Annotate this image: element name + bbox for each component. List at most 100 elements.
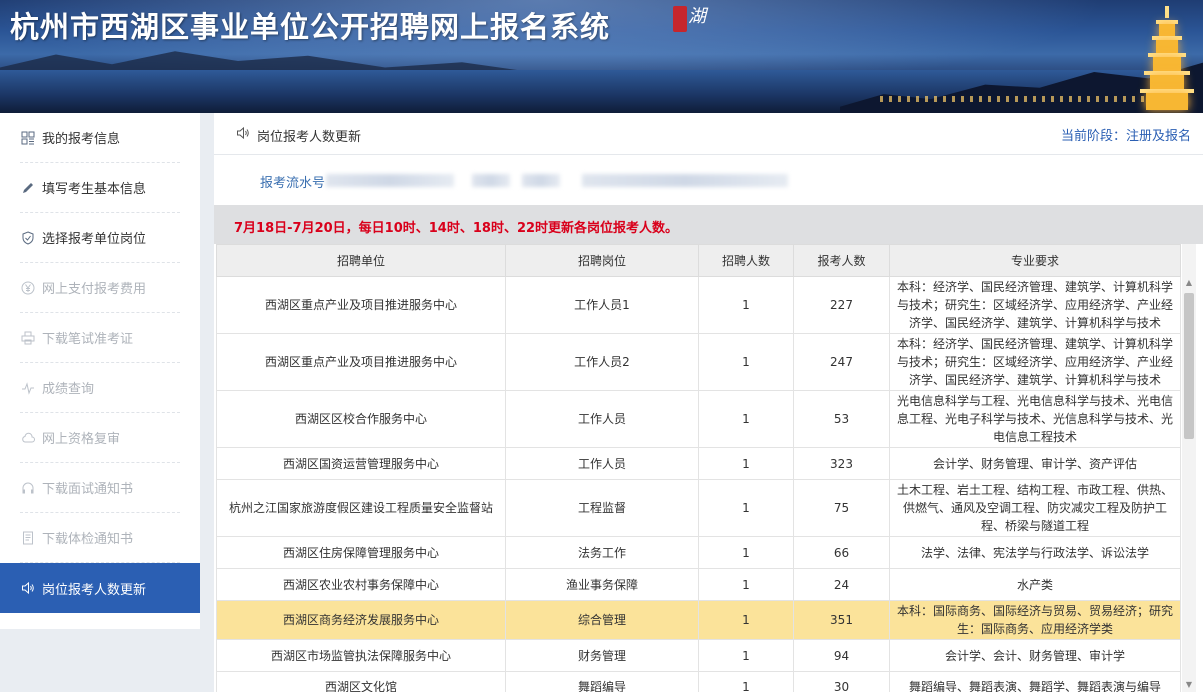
table-row: 西湖区住房保障管理服务中心 法务工作 1 66 法学、法律、宪法学与行政法学、诉讼法学 <box>216 536 1181 569</box>
sidebar-item-score-query[interactable]: 成绩查询 <box>20 363 180 413</box>
cell-major: 本科：经济学、国民经济管理、建筑学、计算机科学与技术；研究生：区域经济学、应用经… <box>889 333 1181 391</box>
header-banner: 杭州市西湖区事业单位公开招聘网上报名系统 湖 <box>0 0 1203 113</box>
cell-quota: 1 <box>698 333 794 391</box>
sidebar-item-label: 选择报考单位岗位 <box>42 232 147 247</box>
col-header-major: 专业要求 <box>889 244 1181 277</box>
table-header-row: 招聘单位 招聘岗位 招聘人数 报考人数 专业要求 <box>216 244 1181 277</box>
shield-check-icon <box>20 230 36 246</box>
sidebar-item-label: 网上资格复审 <box>42 432 121 447</box>
table-row: 杭州之江国家旅游度假区建设工程质量安全监督站 工程监督 1 75 土木工程、岩土工程、结… <box>216 479 1181 537</box>
sidebar-item-label: 成绩查询 <box>42 382 95 397</box>
col-header-quota: 招聘人数 <box>698 244 794 277</box>
sidebar-item-label: 填写考生基本信息 <box>42 182 147 197</box>
sidebar-item-review[interactable]: 网上资格复审 <box>20 413 180 463</box>
sidebar-item-label: 网上支付报考费用 <box>42 282 147 297</box>
cell-applicants: 94 <box>793 639 890 672</box>
cell-major: 本科：经济学、国民经济管理、建筑学、计算机科学与技术；研究生：区域经济学、应用经… <box>889 276 1181 334</box>
table-row: 西湖区商务经济发展服务中心 综合管理 1 351 本科：国际商务、国际经济与贸易、贸易经… <box>216 600 1181 640</box>
current-stage: 当前阶段：注册及报名 <box>1060 129 1191 144</box>
headphones-icon <box>20 480 36 496</box>
sidebar-item-select-post[interactable]: 选择报考单位岗位 <box>20 213 180 263</box>
col-header-post: 招聘岗位 <box>505 244 699 277</box>
sidebar-item-admission-ticket[interactable]: 下载笔试准考证 <box>20 313 180 363</box>
cell-post: 工作人员 <box>505 447 699 480</box>
cell-unit: 西湖区市场监管执法保障服务中心 <box>216 639 506 672</box>
cell-unit: 西湖区重点产业及项目推进服务中心 <box>216 276 506 334</box>
cell-applicants: 66 <box>793 536 890 569</box>
cell-applicants: 24 <box>793 568 890 601</box>
cell-post: 财务管理 <box>505 639 699 672</box>
cell-quota: 1 <box>698 390 794 448</box>
cell-quota: 1 <box>698 276 794 334</box>
cell-quota: 1 <box>698 600 794 640</box>
sidebar-item-payment[interactable]: 网上支付报考费用 <box>20 263 180 313</box>
redacted-serial-part <box>582 174 788 187</box>
table-row: 西湖区区校合作服务中心 工作人员 1 53 光电信息科学与工程、光电信息科学与技术、光电… <box>216 390 1181 448</box>
sidebar-nav: 我的报考信息 填写考生基本信息 选择报考单位岗位 网上支付报考费用 下载笔试准考… <box>0 113 200 629</box>
system-title: 杭州市西湖区事业单位公开招聘网上报名系统 <box>10 10 611 44</box>
panel-title: 岗位报考人数更新 <box>257 130 362 145</box>
document-icon <box>20 530 36 546</box>
cell-post: 工程监督 <box>505 479 699 537</box>
cell-post: 法务工作 <box>505 536 699 569</box>
sidebar-item-interview-notice[interactable]: 下载面试通知书 <box>20 463 180 513</box>
sidebar-item-my-info[interactable]: 我的报考信息 <box>20 113 180 163</box>
yen-icon <box>20 280 36 296</box>
cell-unit: 杭州之江国家旅游度假区建设工程质量安全监督站 <box>216 479 506 537</box>
scroll-up-arrow-icon[interactable]: ▲ <box>1182 276 1196 290</box>
cell-major: 水产类 <box>889 568 1181 601</box>
banner-city-lights <box>880 96 1160 102</box>
cell-post: 渔业事务保障 <box>505 568 699 601</box>
cell-unit: 西湖区重点产业及项目推进服务中心 <box>216 333 506 391</box>
sidebar-item-medical-notice[interactable]: 下载体检通知书 <box>20 513 180 563</box>
pulse-icon <box>20 380 36 396</box>
applicant-table-container[interactable]: 招聘单位 招聘岗位 招聘人数 报考人数 专业要求 西湖区重点产业及项目推进服务中… <box>216 244 1196 692</box>
sidebar-item-applicant-count[interactable]: 岗位报考人数更新 <box>0 563 200 613</box>
pagoda-illustration <box>1135 2 1199 110</box>
scroll-down-arrow-icon[interactable]: ▼ <box>1182 678 1196 692</box>
cell-unit: 西湖区文化馆 <box>216 671 506 692</box>
redacted-serial-part <box>326 174 454 187</box>
scrollbar-thumb[interactable] <box>1184 293 1194 439</box>
table-row: 西湖区市场监管执法保障服务中心 财务管理 1 94 会计学、会计、财务管理、审计学 <box>216 639 1181 672</box>
cell-major: 舞蹈编导、舞蹈表演、舞蹈学、舞蹈表演与编导 <box>889 671 1181 692</box>
sidebar-item-label: 下载笔试准考证 <box>42 332 134 347</box>
serial-number-label: 报考流水号 <box>260 176 326 191</box>
cell-post: 工作人员1 <box>505 276 699 334</box>
cell-quota: 1 <box>698 671 794 692</box>
cloud-icon <box>20 430 36 446</box>
col-header-unit: 招聘单位 <box>216 244 506 277</box>
cell-applicants: 247 <box>793 333 890 391</box>
cell-major: 会计学、会计、财务管理、审计学 <box>889 639 1181 672</box>
cell-post: 舞蹈编导 <box>505 671 699 692</box>
cell-quota: 1 <box>698 639 794 672</box>
cell-applicants: 227 <box>793 276 890 334</box>
table-row: 西湖区农业农村事务保障中心 渔业事务保障 1 24 水产类 <box>216 568 1181 601</box>
seal-stamp-icon <box>673 6 687 32</box>
cell-post: 工作人员 <box>505 390 699 448</box>
speaker-icon <box>20 580 36 596</box>
cell-applicants: 30 <box>793 671 890 692</box>
cell-major: 本科：国际商务、国际经济与贸易、贸易经济；研究生：国际商务、应用经济学类 <box>889 600 1181 640</box>
main-panel: 岗位报考人数更新 当前阶段：注册及报名 报考流水号 7月18日-7月20日，每日… <box>214 113 1203 692</box>
cell-applicants: 75 <box>793 479 890 537</box>
col-header-applicants: 报考人数 <box>793 244 890 277</box>
cell-unit: 西湖区商务经济发展服务中心 <box>216 600 506 640</box>
cell-major: 光电信息科学与工程、光电信息科学与技术、光电信息工程、光电子科学与技术、光信息科… <box>889 390 1181 448</box>
grid-icon <box>20 130 36 146</box>
cell-unit: 西湖区住房保障管理服务中心 <box>216 536 506 569</box>
seal-calligraphy: 湖 <box>688 6 706 27</box>
cell-post: 综合管理 <box>505 600 699 640</box>
table-row: 西湖区重点产业及项目推进服务中心 工作人员1 1 227 本科：经济学、国民经济管理、建… <box>216 276 1181 334</box>
sidebar-item-basic-info[interactable]: 填写考生基本信息 <box>20 163 180 213</box>
redacted-serial-part <box>472 174 510 187</box>
cell-unit: 西湖区区校合作服务中心 <box>216 390 506 448</box>
table-row: 西湖区文化馆 舞蹈编导 1 30 舞蹈编导、舞蹈表演、舞蹈学、舞蹈表演与编导 <box>216 671 1181 692</box>
panel-header: 岗位报考人数更新 当前阶段：注册及报名 <box>214 113 1203 155</box>
redacted-serial-part <box>522 174 560 187</box>
update-notice: 7月18日-7月20日，每日10时、14时、18时、22时更新各岗位报考人数。 <box>234 221 679 236</box>
cell-quota: 1 <box>698 447 794 480</box>
cell-major: 会计学、财务管理、审计学、资产评估 <box>889 447 1181 480</box>
applicant-table: 招聘单位 招聘岗位 招聘人数 报考人数 专业要求 西湖区重点产业及项目推进服务中… <box>216 244 1181 692</box>
cell-major: 土木工程、岩土工程、结构工程、市政工程、供热、供燃气、通风及空调工程、防灾减灾工… <box>889 479 1181 537</box>
